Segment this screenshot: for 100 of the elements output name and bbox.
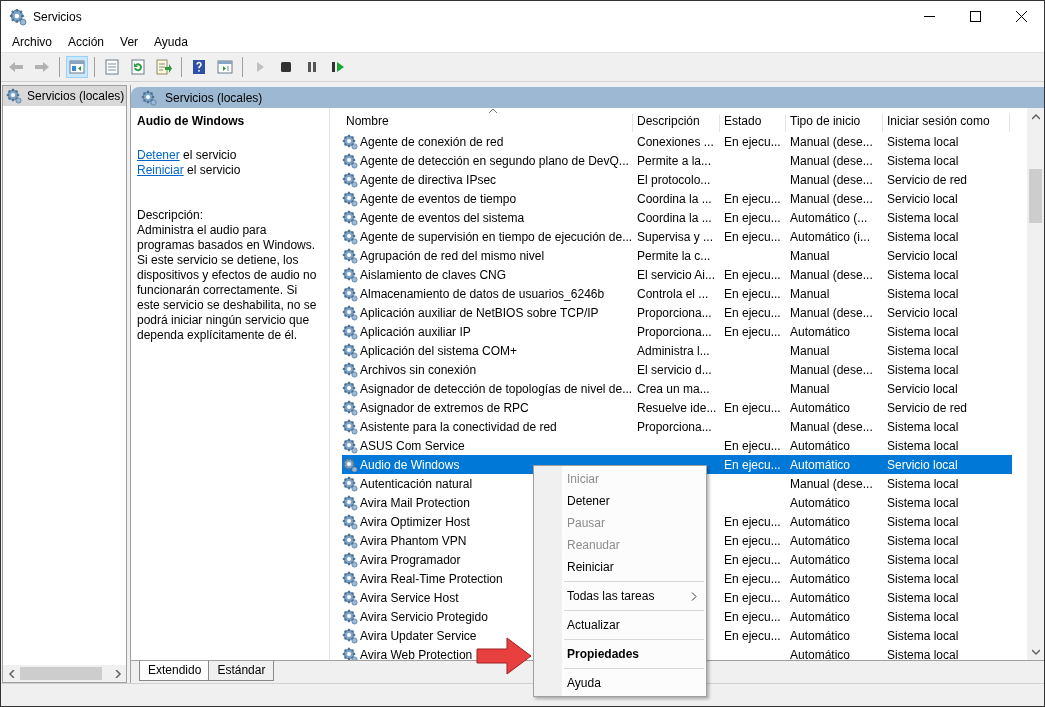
menu-item[interactable]: Detener [534,490,706,512]
table-cell[interactable]: En ejecu... [724,514,781,529]
service-name[interactable]: Aplicación auxiliar IP [360,324,471,339]
service-name[interactable]: Asignador de detección de topologías de nivel de... [360,381,633,396]
table-cell[interactable]: Servicio local [887,248,958,263]
table-cell[interactable]: Resuelve ide... [637,400,717,415]
table-cell[interactable]: En ejecu... [724,134,781,149]
column-header[interactable]: Tipo de inicio [786,114,883,132]
service-name[interactable]: Agente de conexión de red [360,134,504,149]
column-header[interactable]: Descripción [633,114,720,132]
tab[interactable]: Estándar [208,661,275,681]
table-cell[interactable]: Automático [790,628,851,643]
table-cell[interactable]: En ejecu... [724,400,781,415]
table-cell[interactable]: Manual (dese... [790,419,873,434]
table-cell[interactable]: Automático (i... [790,229,871,244]
service-name[interactable]: Avira Optimizer Host [360,514,470,529]
table-cell[interactable]: Automático [790,609,851,624]
service-name[interactable]: Avira Phantom VPN [360,533,467,548]
table-cell[interactable]: Manual [790,343,830,358]
service-name[interactable]: Agente de eventos de tiempo [360,191,517,206]
menu-item[interactable]: Reiniciar [534,556,706,578]
table-cell[interactable]: En ejecu... [724,267,781,282]
action-link[interactable]: Detener [137,148,180,162]
table-cell[interactable]: El servicio d... [637,362,712,377]
table-cell[interactable]: Servicio local [887,381,958,396]
table-cell[interactable]: Controla el ... [637,286,709,301]
table-cell[interactable]: Sistema local [887,153,959,168]
service-name[interactable]: Aplicación del sistema COM+ [360,343,518,358]
table-cell[interactable]: Automático [790,533,851,548]
vertical-scrollbar[interactable] [1027,108,1044,660]
table-cell[interactable]: Servicio de red [887,400,968,415]
table-cell[interactable]: Conexiones ... [637,134,714,149]
table-cell[interactable]: Manual (dese... [790,172,873,187]
close-icon[interactable] [1015,11,1027,22]
table-cell[interactable]: Sistema local [887,495,959,510]
table-cell[interactable]: Automático [790,457,851,472]
table-cell[interactable]: Servicio local [887,457,958,472]
service-name[interactable]: Archivos sin conexión [360,362,477,377]
table-cell[interactable]: Proporciona... [637,324,712,339]
table-cell[interactable]: Sistema local [887,210,959,225]
table-cell[interactable]: Servicio de red [887,172,968,187]
table-cell[interactable]: Automático [790,552,851,567]
table-cell[interactable]: Crea un ma... [637,381,710,396]
table-cell[interactable]: Sistema local [887,476,959,491]
table-cell[interactable]: En ejecu... [724,590,781,605]
table-cell[interactable]: En ejecu... [724,552,781,567]
table-cell[interactable]: Coordina la ... [637,210,712,225]
column-header[interactable]: Estado [720,114,786,132]
table-cell[interactable]: Sistema local [887,609,959,624]
table-cell[interactable]: En ejecu... [724,438,781,453]
table-cell[interactable]: Sistema local [887,267,959,282]
table-cell[interactable]: Manual (dese... [790,476,873,491]
right-chevron-icon[interactable] [113,669,122,678]
tab[interactable]: Extendido [139,661,211,681]
table-cell[interactable]: Sistema local [887,590,959,605]
table-cell[interactable]: Servicio local [887,191,958,206]
table-cell[interactable]: Manual [790,381,830,396]
table-cell[interactable]: Supervisa y ... [637,229,714,244]
tree-item[interactable]: Servicios (locales) [3,86,126,106]
column-header[interactable]: Iniciar sesión como [883,114,1010,132]
table-cell[interactable]: Manual (dese... [790,267,873,282]
table-cell[interactable]: En ejecu... [724,305,781,320]
table-cell[interactable]: Automático [790,438,851,453]
service-name[interactable]: Avira Web Protection [360,647,473,660]
service-name[interactable]: Aplicación auxiliar de NetBIOS sobre TCP/IP [360,305,599,320]
action-link[interactable]: Reiniciar [137,163,184,177]
table-cell[interactable]: Sistema local [887,362,959,377]
table-cell[interactable]: El servicio Ai... [637,267,716,282]
table-cell[interactable]: Manual (dese... [790,134,873,149]
table-cell[interactable]: En ejecu... [724,229,781,244]
table-cell[interactable]: Sistema local [887,324,959,339]
table-cell[interactable]: En ejecu... [724,286,781,301]
table-cell[interactable]: En ejecu... [724,191,781,206]
service-name[interactable]: Almacenamiento de datos de usuarios_6246b [360,286,605,301]
menu-item[interactable]: Ver [112,35,147,49]
column-header[interactable]: Nombre [342,114,633,132]
service-name[interactable]: Aislamiento de claves CNG [360,267,507,282]
left-chevron-icon[interactable] [7,669,16,678]
service-name[interactable]: Avira Updater Service [360,628,477,643]
table-cell[interactable]: Sistema local [887,647,959,660]
service-name[interactable]: Agrupación de red del mismo nivel [360,248,545,263]
table-cell[interactable]: Automático [790,571,851,586]
table-cell[interactable]: Sistema local [887,134,959,149]
service-name[interactable]: Agente de directiva IPsec [360,172,497,187]
table-cell[interactable]: Automático [790,647,851,660]
table-cell[interactable]: Permite la c... [637,248,711,263]
service-name[interactable]: ASUS Com Service [360,438,465,453]
service-name[interactable]: Agente de detección en segundo plano de DevQ... [360,153,629,168]
table-cell[interactable]: Manual (dese... [790,362,873,377]
table-cell[interactable]: Administra l... [637,343,710,358]
table-cell[interactable]: Servicio local [887,305,958,320]
table-cell[interactable]: Sistema local [887,419,959,434]
table-cell[interactable]: Proporciona... [637,305,712,320]
service-name[interactable]: Avira Programador [360,552,461,567]
table-cell[interactable]: En ejecu... [724,457,781,472]
table-cell[interactable]: Sistema local [887,514,959,529]
table-cell[interactable]: Sistema local [887,571,959,586]
table-cell[interactable]: Sistema local [887,343,959,358]
table-cell[interactable]: Automático [790,400,851,415]
table-cell[interactable]: Manual (dese... [790,153,873,168]
